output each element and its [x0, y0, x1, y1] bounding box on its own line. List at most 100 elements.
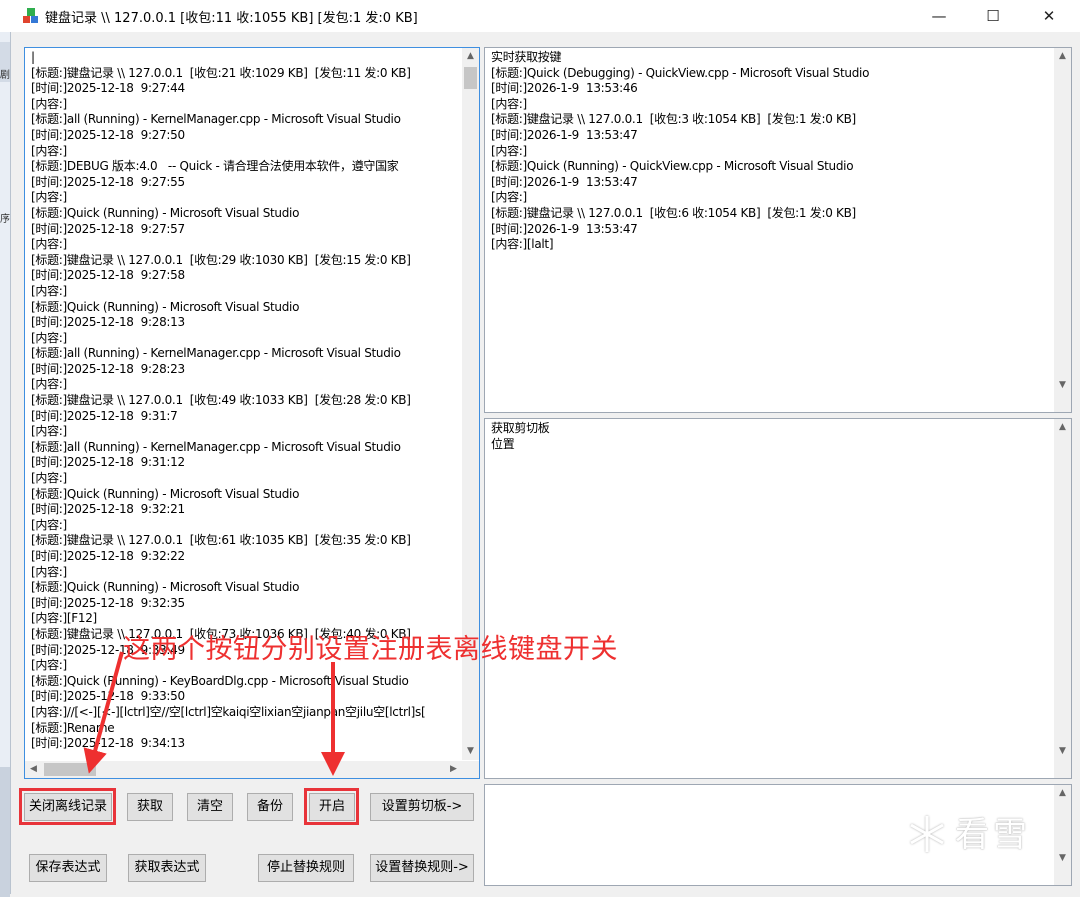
scroll-down-arrow-icon[interactable]: ▼: [1054, 850, 1071, 867]
log-line: [时间:]2025-12-18 9:31:7: [31, 408, 178, 423]
annotation-text: 这两个按钮分别设置注册表离线键盘开关: [123, 634, 618, 665]
close-offline-record-button[interactable]: 关闭离线记录: [24, 793, 112, 821]
set-clipboard-button[interactable]: 设置剪切板->: [370, 793, 474, 821]
minimize-button[interactable]: —: [916, 0, 962, 32]
scroll-down-arrow-icon[interactable]: ▼: [1054, 377, 1071, 394]
log-line: |: [31, 50, 35, 64]
log-line: [时间:]2025-12-18 9:33:50: [31, 689, 185, 704]
log-line: [时间:]2026-1-9 13:53:47: [491, 174, 638, 189]
maximize-button[interactable]: ☐: [970, 0, 1016, 32]
log-line: [内容:]: [31, 96, 67, 111]
log-line: 获取剪切板: [491, 421, 550, 435]
log-line: [时间:]2025-12-18 9:27:57: [31, 221, 185, 236]
log-line: [内容:]: [31, 471, 67, 486]
stop-replace-rules-button[interactable]: 停止替换规则: [258, 854, 354, 882]
background-text: 剧: [0, 70, 10, 81]
log-line: [内容:]: [31, 190, 67, 205]
log-line: [时间:]2026-1-9 13:53:47: [491, 127, 638, 142]
log-line: [内容:]: [31, 330, 67, 345]
clipboard-text: 获取剪切板 位置: [491, 421, 550, 452]
log-horizontal-scroll-thumb[interactable]: [44, 763, 96, 776]
background-text: 序: [0, 214, 10, 225]
realtime-keys-text: 实时获取按键 [标题:]Quick (Debugging) - QuickView…: [491, 50, 869, 253]
log-line: [时间:]2025-12-18 9:32:22: [31, 549, 185, 563]
log-line: [内容:]: [31, 564, 67, 579]
snowflake-logo-icon: [910, 816, 944, 852]
scroll-right-arrow-icon[interactable]: ▶: [445, 761, 462, 778]
close-button[interactable]: ✕: [1026, 0, 1072, 32]
log-line: [时间:]2025-12-18 9:27:55: [31, 174, 185, 189]
get-expression-button[interactable]: 获取表达式: [128, 854, 206, 882]
log-line: [标题:]键盘记录 \\ 127.0.0.1 [收包:29 收:1030 KB]…: [31, 252, 411, 267]
log-line: [时间:]2025-12-18 9:27:44: [31, 81, 185, 96]
log-horizontal-scrollbar[interactable]: ◀ ▶: [25, 761, 479, 778]
log-line: [标题:]DEBUG 版本:4.0 -- Quick - 请合理合法使用本软件，…: [31, 159, 399, 174]
clipboard-vertical-scrollbar[interactable]: ▲ ▼: [1054, 419, 1071, 778]
log-line: [内容:]//[<-][<-][lctrl]空//空[lctrl]空kaiqi空…: [31, 704, 426, 719]
log-line: [内容:]: [31, 377, 67, 392]
log-line: [内容:]: [31, 283, 67, 298]
log-line: [时间:]2026-1-9 13:53:47: [491, 221, 638, 236]
log-line: [标题:]键盘记录 \\ 127.0.0.1 [收包:3 收:1054 KB] …: [491, 112, 856, 127]
log-line: [标题:]Quick (Running) - Microsoft Visual …: [31, 580, 300, 595]
backup-button[interactable]: 备份: [247, 793, 293, 821]
log-line: [标题:]Quick (Running) - KeyBoardDlg.cpp -…: [31, 673, 409, 688]
log-line: [时间:]2025-12-18 9:27:58: [31, 268, 185, 283]
realtime-vertical-scrollbar[interactable]: ▲ ▼: [1054, 48, 1071, 412]
log-line: [标题:]Quick (Running) - Microsoft Visual …: [31, 486, 300, 501]
log-line: [标题:]键盘记录 \\ 127.0.0.1 [收包:61 收:1035 KB]…: [31, 533, 411, 548]
app-icon: [23, 8, 38, 23]
log-line: [标题:]Quick (Running) - Microsoft Visual …: [31, 299, 300, 314]
window-title: 键盘记录 \\ 127.0.0.1 [收包:11 收:1055 KB] [发包:…: [45, 11, 418, 26]
enable-button[interactable]: 开启: [309, 793, 355, 821]
clipboard-textbox[interactable]: 获取剪切板 位置 ▲ ▼: [484, 418, 1072, 779]
log-line: [标题:]键盘记录 \\ 127.0.0.1 [收包:21 收:1029 KB]…: [31, 65, 411, 80]
log-line: [时间:]2025-12-18 9:31:12: [31, 455, 185, 470]
scroll-down-arrow-icon[interactable]: ▼: [462, 743, 479, 760]
log-vertical-scroll-thumb[interactable]: [464, 67, 477, 89]
log-line: [标题:]键盘记录 \\ 127.0.0.1 [收包:6 收:1054 KB] …: [491, 205, 856, 220]
scroll-up-arrow-icon[interactable]: ▲: [462, 48, 479, 65]
set-replace-rules-button[interactable]: 设置替换规则->: [370, 854, 474, 882]
log-line: [标题:]Quick (Debugging) - QuickView.cpp -…: [491, 65, 870, 80]
log-line: [内容:]: [31, 517, 67, 532]
fetch-button[interactable]: 获取: [127, 793, 173, 821]
log-line: [标题:]Rename: [31, 720, 115, 735]
log-line: [标题:]all (Running) - KernelManager.cpp -…: [31, 439, 401, 454]
background-strip: [0, 767, 10, 897]
log-line: [标题:]Quick (Running) - Microsoft Visual …: [31, 205, 300, 220]
log-line: [时间:]2025-12-18 9:32:21: [31, 502, 185, 517]
log-line: [内容:]: [491, 96, 527, 111]
log-line: [内容:]: [491, 143, 527, 158]
log-line: [标题:]all (Running) - KernelManager.cpp -…: [31, 112, 401, 127]
log-line: 实时获取按键: [491, 50, 562, 64]
scroll-up-arrow-icon[interactable]: ▲: [1054, 785, 1071, 802]
log-line: [时间:]2025-12-18 9:34:13: [31, 736, 185, 751]
log-line: [内容:][F12]: [31, 611, 97, 626]
log-line: [时间:]2025-12-18 9:28:23: [31, 361, 185, 376]
log-line: [时间:]2025-12-18 9:27:50: [31, 127, 185, 142]
scroll-left-arrow-icon[interactable]: ◀: [25, 761, 42, 778]
log-line: [标题:]all (Running) - KernelManager.cpp -…: [31, 346, 401, 361]
log-line: [内容:]: [31, 143, 67, 158]
realtime-keys-textbox[interactable]: 实时获取按键 [标题:]Quick (Debugging) - QuickView…: [484, 47, 1072, 413]
save-expression-button[interactable]: 保存表达式: [29, 854, 107, 882]
log-line: [内容:]: [31, 237, 67, 252]
scroll-up-arrow-icon[interactable]: ▲: [1054, 48, 1071, 65]
log-line: [时间:]2025-12-18 9:28:13: [31, 315, 185, 330]
offline-log-textbox[interactable]: | [标题:]键盘记录 \\ 127.0.0.1 [收包:21 收:1029 KB…: [24, 47, 480, 779]
log-line: [时间:]2026-1-9 13:53:46: [491, 81, 638, 96]
replace-vertical-scrollbar[interactable]: ▲ ▼: [1054, 785, 1071, 885]
title-bar: 键盘记录 \\ 127.0.0.1 [收包:11 收:1055 KB] [发包:…: [0, 0, 1080, 32]
log-line: 位置: [491, 436, 515, 451]
watermark-text: 看雪: [955, 815, 1031, 855]
clear-button[interactable]: 清空: [187, 793, 233, 821]
log-line: [时间:]2025-12-18 9:32:35: [31, 595, 185, 610]
scroll-up-arrow-icon[interactable]: ▲: [1054, 419, 1071, 436]
log-line: [标题:]Quick (Running) - QuickView.cpp - M…: [491, 159, 854, 174]
log-line: [内容:]: [31, 424, 67, 439]
scroll-down-arrow-icon[interactable]: ▼: [1054, 743, 1071, 760]
log-line: [内容:]: [491, 190, 527, 205]
background-window-edge: 剧 序: [0, 32, 11, 897]
log-line: [内容:][lalt]: [491, 237, 554, 252]
